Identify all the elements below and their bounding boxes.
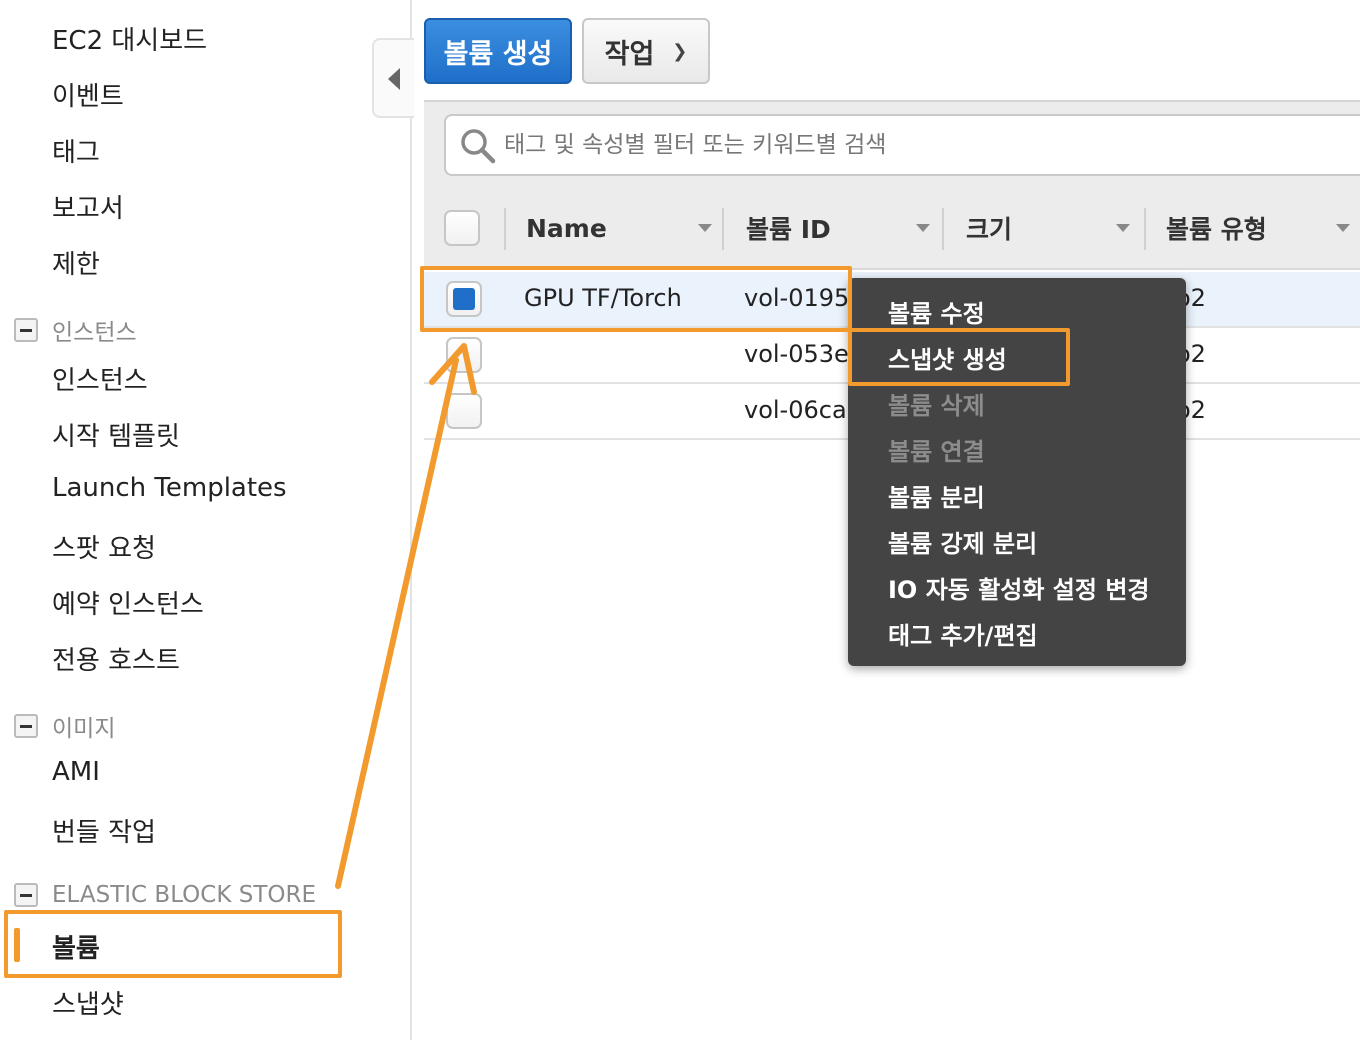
chevron-down-icon: ❯ xyxy=(672,40,688,62)
sidebar-item-reserved-instances[interactable]: 예약 인스턴스 xyxy=(52,584,204,621)
sidebar-section-title: 이미지 xyxy=(52,716,116,742)
menu-item-add-edit-tags[interactable]: 태그 추가/편집 xyxy=(888,616,1038,651)
sidebar-section-ebs[interactable]: ELASTIC BLOCK STORE xyxy=(14,882,316,908)
cell-volume-id: vol-06ca1 xyxy=(744,396,862,424)
menu-item-delete-volume: 볼륨 삭제 xyxy=(888,392,985,420)
create-volume-button[interactable]: 볼륨 생성 xyxy=(424,18,572,84)
search-input[interactable] xyxy=(504,124,1344,166)
sidebar-item-launch-templates[interactable]: Launch Templates xyxy=(52,473,287,503)
collapse-section-icon[interactable] xyxy=(14,883,38,907)
search-panel xyxy=(424,100,1360,186)
cell-volume-id: vol-053e xyxy=(744,340,849,368)
actions-dropdown-button[interactable]: 작업 ❯ xyxy=(582,18,710,84)
caret-left-icon xyxy=(388,68,400,90)
table-header: Name 볼륨 ID 크기 볼륨 유형 xyxy=(424,186,1360,270)
select-all-checkbox[interactable] xyxy=(444,210,480,246)
sort-icon[interactable] xyxy=(1116,224,1130,232)
column-title: 크기 xyxy=(966,215,1013,244)
menu-item-create-snapshot[interactable]: 스냅샷 생성 xyxy=(888,340,1007,375)
menu-item-change-auto-enable-io[interactable]: IO 자동 활성화 설정 변경 xyxy=(888,570,1149,605)
row-checkbox[interactable] xyxy=(446,281,482,317)
sidebar-section-title: 인스턴스 xyxy=(52,320,137,346)
actions-context-menu: 볼륨 수정 스냅샷 생성 볼륨 삭제 볼륨 연결 볼륨 분리 볼륨 강제 분리 … xyxy=(848,278,1186,666)
search-icon xyxy=(461,129,496,164)
menu-item-force-detach-volume[interactable]: 볼륨 강제 분리 xyxy=(888,524,1037,559)
sidebar-item-limits[interactable]: 제한 xyxy=(52,244,100,281)
column-title: Name xyxy=(526,213,607,243)
sidebar-item-dedicated-hosts[interactable]: 전용 호스트 xyxy=(52,640,180,677)
active-indicator xyxy=(14,928,20,962)
column-divider xyxy=(504,208,506,250)
column-header-volume-id[interactable]: 볼륨 ID xyxy=(746,186,936,270)
sort-icon[interactable] xyxy=(698,224,712,232)
menu-item-modify-volume[interactable]: 볼륨 수정 xyxy=(888,294,985,329)
sort-icon[interactable] xyxy=(916,224,930,232)
collapse-section-icon[interactable] xyxy=(14,714,38,738)
column-title: 볼륨 ID xyxy=(746,215,831,244)
column-header-volume-type[interactable]: 볼륨 유형 xyxy=(1166,186,1356,270)
sidebar-section-title: ELASTIC BLOCK STORE xyxy=(52,882,317,908)
sidebar-item-ec2-dashboard[interactable]: EC2 대시보드 xyxy=(52,20,207,57)
menu-item-attach-volume: 볼륨 연결 xyxy=(888,438,985,466)
cell-volume-id: vol-0195 xyxy=(744,284,850,312)
column-header-size[interactable]: 크기 xyxy=(966,186,1144,270)
sidebar-item-launch-templates-ko[interactable]: 시작 템플릿 xyxy=(52,416,180,453)
sidebar-item-events[interactable]: 이벤트 xyxy=(52,76,124,113)
column-title: 볼륨 유형 xyxy=(1166,215,1267,244)
sidebar-item-instances[interactable]: 인스턴스 xyxy=(52,360,148,397)
sidebar-item-volumes[interactable]: 볼륨 xyxy=(52,928,100,965)
column-divider xyxy=(942,208,944,250)
collapse-sidebar-button[interactable] xyxy=(372,38,414,118)
sidebar-item-bundle-tasks[interactable]: 번들 작업 xyxy=(52,812,156,849)
column-divider xyxy=(722,208,724,250)
sidebar-section-instances[interactable]: 인스턴스 xyxy=(14,313,137,347)
sidebar-nav: EC2 대시보드 이벤트 태그 보고서 제한 인스턴스 인스턴스 시작 템플릿 … xyxy=(0,0,412,1040)
cell-name: GPU TF/Torch xyxy=(524,284,682,312)
collapse-section-icon[interactable] xyxy=(14,318,38,342)
sidebar-item-ami[interactable]: AMI xyxy=(52,757,100,787)
sidebar-item-spot-requests[interactable]: 스팟 요청 xyxy=(52,528,156,565)
search-box xyxy=(444,114,1360,176)
row-checkbox[interactable] xyxy=(446,337,482,373)
sidebar-item-snapshots[interactable]: 스냅샷 xyxy=(52,984,124,1021)
menu-item-detach-volume[interactable]: 볼륨 분리 xyxy=(888,478,985,513)
sidebar-item-reports[interactable]: 보고서 xyxy=(52,188,124,225)
column-divider xyxy=(1144,208,1146,250)
column-header-name[interactable]: Name xyxy=(526,186,716,270)
row-checkbox[interactable] xyxy=(446,393,482,429)
actions-label: 작업 xyxy=(604,38,655,70)
sidebar-item-tags[interactable]: 태그 xyxy=(52,132,100,169)
sort-icon[interactable] xyxy=(1336,224,1350,232)
sidebar-section-images[interactable]: 이미지 xyxy=(14,709,115,743)
